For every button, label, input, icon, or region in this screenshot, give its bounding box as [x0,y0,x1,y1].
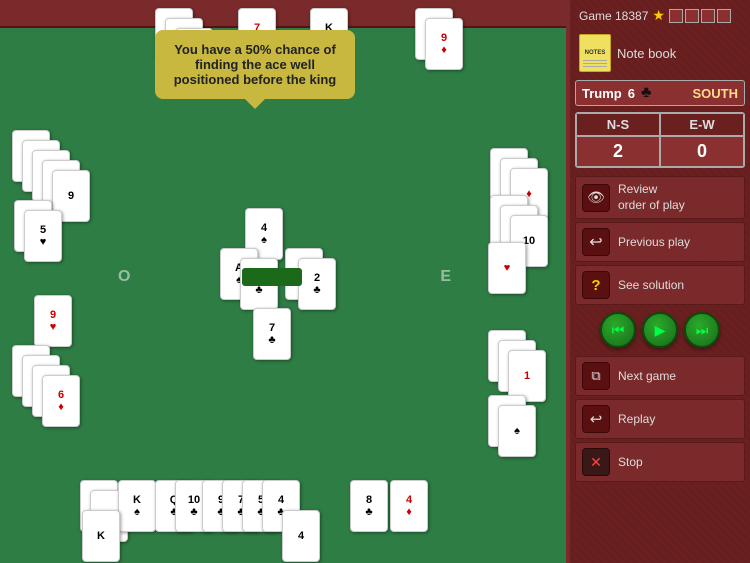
center-card-2b: 2♣ [298,258,336,310]
replay-button[interactable]: ↩ Replay [575,399,745,439]
north-card-9d: 9♦ [425,18,463,70]
solution-button[interactable]: ? See solution [575,265,745,305]
west-label: O [118,268,130,286]
ew-header: E-W [660,113,744,136]
ns-header: N-S [576,113,660,136]
previous-label: Previous play [618,235,690,249]
stop-label: Stop [618,455,643,469]
forward-icon: ⏭ [696,322,709,339]
trump-number: 6 [628,86,635,101]
card-table: You have a 50% chance of finding the ace… [0,0,570,563]
review-button[interactable]: 👁 Revieworder of play [575,176,745,219]
rating-boxes [669,9,731,23]
star-icon: ★ [652,7,665,24]
rating-4 [717,9,731,23]
west-card-6: 6♦ [42,375,80,427]
score-table: N-S E-W 2 0 [575,112,745,168]
east-card-h: ♥ [488,242,526,294]
notebook-text: NOTES [585,50,606,56]
table-top-bar [0,0,566,28]
solution-label: See solution [618,278,684,292]
tooltip-bubble: You have a 50% chance of finding the ace… [155,30,355,99]
play-icon: ▶ [655,322,666,339]
notebook-icon: NOTES [579,34,611,72]
trick-indicator [242,268,302,286]
center-card-7: 7♣ [253,308,291,360]
rating-3 [701,9,715,23]
ew-score: 0 [660,136,744,167]
notebook-section[interactable]: NOTES Note book [575,30,745,76]
trump-label: Trump [582,86,622,101]
rating-2 [685,9,699,23]
next-game-icon: ⧉ [582,362,610,390]
south-card-4d: 4♦ [390,480,428,532]
south-card-bot1: K [82,510,120,562]
south-card-8c: 8♣ [350,480,388,532]
score-values: 2 0 [576,136,744,167]
replay-label: Replay [618,412,655,426]
east-card-bot: ♠ [498,405,536,457]
west-card-9r: 9♥ [34,295,72,347]
score-header: N-S E-W [576,113,744,136]
tooltip-text: You have a 50% chance of finding the ace… [174,42,337,87]
previous-icon: ↩ [582,228,610,256]
game-id: Game 18387 [579,9,648,23]
ns-score: 2 [576,136,660,167]
review-label: Revieworder of play [618,182,685,213]
replay-icon: ↩ [582,405,610,433]
direction-label: SOUTH [693,86,739,101]
previous-button[interactable]: ↩ Previous play [575,222,745,262]
next-game-button[interactable]: ⧉ Next game [575,356,745,396]
west-card-5: 5♥ [24,210,62,262]
rewind-icon: ⏮ [612,322,625,339]
solution-icon: ? [582,271,610,299]
east-label: E [440,268,451,286]
play-button[interactable]: ▶ [642,312,678,348]
stop-button[interactable]: ✕ Stop [575,442,745,482]
forward-button[interactable]: ⏭ [684,312,720,348]
notebook-label: Note book [617,46,676,61]
review-icon: 👁 [582,184,610,212]
south-card-bot2: 4 [282,510,320,562]
media-controls: ⏮ ▶ ⏭ [575,308,745,352]
rewind-button[interactable]: ⏮ [600,312,636,348]
right-panel: Game 18387 ★ NOTES Note book [570,0,750,563]
trump-suit: ♣ [641,84,652,102]
trump-info: Trump 6 ♣ SOUTH [575,80,745,106]
south-card-k: K♠ [118,480,156,532]
rating-1 [669,9,683,23]
stop-icon: ✕ [582,448,610,476]
next-game-label: Next game [618,369,676,383]
game-title-bar: Game 18387 ★ [575,5,745,26]
